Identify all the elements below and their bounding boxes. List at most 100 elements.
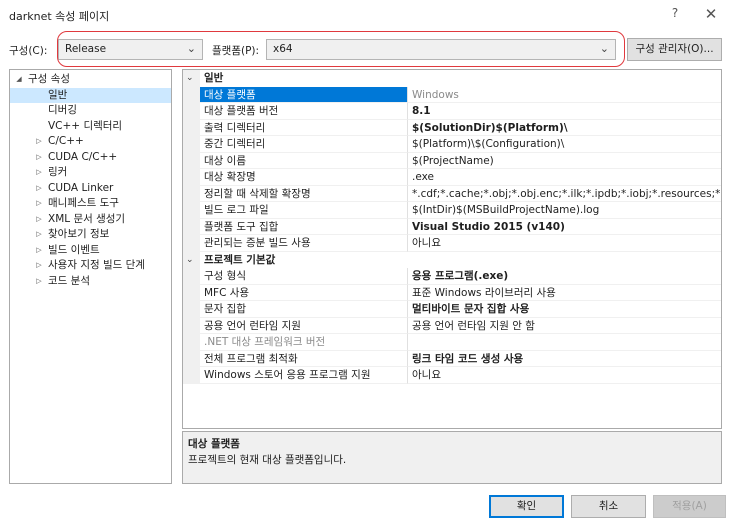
tree-collapsed-icon[interactable]: ▷ <box>34 227 44 243</box>
property-value[interactable]: 응용 프로그램(.exe) <box>408 268 721 285</box>
collapse-icon[interactable]: ⌄ <box>186 70 194 87</box>
tree-item[interactable]: ▷ C/C++ <box>10 134 171 150</box>
property-value[interactable]: *.cdf;*.cache;*.obj;*.obj.enc;*.ilk;*.ip… <box>408 186 721 202</box>
property-value[interactable]: Windows <box>408 87 721 103</box>
property-value[interactable]: Visual Studio 2015 (v140) <box>408 219 721 235</box>
grid-row[interactable]: 대상 이름 $(ProjectName) <box>183 152 721 169</box>
grid-gutter <box>183 301 200 318</box>
grid-row[interactable]: 문자 집합 멀티바이트 문자 집합 사용 <box>183 301 721 318</box>
tree-collapsed-icon[interactable]: ▷ <box>34 150 44 166</box>
property-name: 중간 디렉터리 <box>200 136 408 153</box>
property-value[interactable]: $(ProjectName) <box>408 153 721 169</box>
property-name: 플랫폼 도구 집합 <box>200 218 408 235</box>
grid-row[interactable]: 대상 확장명 .exe <box>183 169 721 186</box>
tree-expanded-icon[interactable]: ◢ <box>14 72 24 88</box>
grid-row[interactable]: 관리되는 증분 빌드 사용 아니요 <box>183 235 721 252</box>
tree-item[interactable]: ▷ 코드 분석 <box>10 274 171 290</box>
tree-collapsed-icon[interactable]: ▷ <box>34 196 44 212</box>
grid-gutter <box>183 202 200 219</box>
property-name: 문자 집합 <box>200 301 408 318</box>
grid-gutter <box>183 119 200 136</box>
ok-button[interactable]: 확인 <box>489 495 564 518</box>
tree-collapsed-icon[interactable]: ▷ <box>34 243 44 259</box>
property-value[interactable]: $(Platform)\$(Configuration)\ <box>408 136 721 153</box>
tree-item[interactable]: VC++ 디렉터리 <box>10 119 171 135</box>
grid-row[interactable]: 대상 플랫폼 Windows <box>183 86 721 103</box>
property-name: 정리할 때 삭제할 확장명 <box>200 185 408 202</box>
tree-item[interactable]: ▷ 사용자 지정 빌드 단계 <box>10 258 171 274</box>
property-value[interactable] <box>408 334 721 351</box>
property-name: 전체 프로그램 최적화 <box>200 350 408 367</box>
category-label: 프로젝트 기본값 <box>204 253 276 266</box>
property-value[interactable]: 아니요 <box>408 367 721 384</box>
property-value[interactable]: $(IntDir)$(MSBuildProjectName).log <box>408 202 721 219</box>
tree-item-label: 매니페스트 도구 <box>48 197 119 209</box>
close-button[interactable]: ✕ <box>703 5 719 23</box>
grid-row[interactable]: .NET 대상 프레임워크 버전 <box>183 334 721 351</box>
property-value[interactable]: 표준 Windows 라이브러리 사용 <box>408 285 721 301</box>
grid-gutter <box>183 367 200 384</box>
grid-gutter <box>183 350 200 367</box>
tree-item-label: CUDA Linker <box>48 181 114 194</box>
window-title: darknet 속성 페이지 <box>9 10 110 23</box>
grid-gutter <box>183 152 200 169</box>
property-value[interactable]: 링크 타임 코드 생성 사용 <box>408 351 721 367</box>
tree-item[interactable]: ◢ 구성 속성 <box>10 72 171 88</box>
tree-collapsed-icon[interactable]: ▷ <box>34 212 44 228</box>
tree-item[interactable]: ▷ 빌드 이벤트 <box>10 243 171 259</box>
property-value[interactable]: 아니요 <box>408 235 721 252</box>
tree-item[interactable]: 일반 <box>10 87 171 103</box>
grid-category[interactable]: ⌄ 일반 <box>183 70 721 87</box>
tree-collapsed-icon[interactable]: ▷ <box>34 181 44 197</box>
tree-item[interactable]: 디버깅 <box>10 103 171 119</box>
tree-item-label: XML 문서 생성기 <box>48 212 126 225</box>
apply-button[interactable]: 적용(A) <box>653 495 726 518</box>
collapse-icon[interactable]: ⌄ <box>186 252 194 269</box>
title-bar: darknet 속성 페이지 ? ✕ <box>0 0 729 30</box>
highlight-annotation <box>57 31 625 67</box>
tree-collapsed-icon[interactable]: ▷ <box>34 274 44 290</box>
grid-row[interactable]: MFC 사용 표준 Windows 라이브러리 사용 <box>183 284 721 301</box>
grid-row[interactable]: 전체 프로그램 최적화 링크 타임 코드 생성 사용 <box>183 350 721 367</box>
property-name: Windows 스토어 응용 프로그램 지원 <box>200 367 408 384</box>
grid-row[interactable]: 중간 디렉터리 $(Platform)\$(Configuration)\ <box>183 136 721 153</box>
tree-collapsed-icon[interactable]: ▷ <box>34 165 44 181</box>
tree-item[interactable]: ▷ 찾아보기 정보 <box>10 227 171 243</box>
help-button[interactable]: ? <box>668 6 682 22</box>
grid-category[interactable]: ⌄ 프로젝트 기본값 <box>183 251 721 269</box>
grid-gutter <box>183 103 200 120</box>
tree-item-label: 찾아보기 정보 <box>48 228 110 240</box>
tree-item[interactable]: ▷ 링커 <box>10 165 171 181</box>
property-value[interactable]: 8.1 <box>408 103 721 120</box>
grid-row[interactable]: Windows 스토어 응용 프로그램 지원 아니요 <box>183 367 721 384</box>
tree-collapsed-icon[interactable]: ▷ <box>34 258 44 274</box>
tree-item-label: 일반 <box>48 88 68 101</box>
property-value[interactable]: $(SolutionDir)$(Platform)\ <box>408 120 721 136</box>
grid-row[interactable]: 공용 언어 런타임 지원 공용 언어 런타임 지원 안 함 <box>183 317 721 334</box>
grid-gutter <box>183 235 200 252</box>
tree-item[interactable]: ▷ CUDA Linker <box>10 181 171 197</box>
grid-row[interactable]: 빌드 로그 파일 $(IntDir)$(MSBuildProjectName).l… <box>183 202 721 219</box>
property-value[interactable]: .exe <box>408 169 721 186</box>
tree-item-label: CUDA C/C++ <box>48 150 118 163</box>
tree-item[interactable]: ▷ XML 문서 생성기 <box>10 212 171 228</box>
grid-gutter <box>183 317 200 334</box>
cancel-button[interactable]: 취소 <box>571 495 646 518</box>
property-value[interactable]: 멀티바이트 문자 집합 사용 <box>408 301 721 318</box>
grid-row[interactable]: 정리할 때 삭제할 확장명 *.cdf;*.cache;*.obj;*.obj.e… <box>183 185 721 202</box>
grid-gutter <box>183 185 200 202</box>
category-label: 일반 <box>204 72 224 84</box>
property-name: 대상 확장명 <box>200 169 408 186</box>
property-name: 출력 디렉터리 <box>200 119 408 136</box>
property-name: 대상 플랫폼 <box>200 86 408 103</box>
property-name: .NET 대상 프레임워크 버전 <box>200 334 408 351</box>
config-manager-button[interactable]: 구성 관리자(O)... <box>627 38 722 61</box>
tree-item[interactable]: ▷ 매니페스트 도구 <box>10 196 171 212</box>
grid-row[interactable]: 플랫폼 도구 집합 Visual Studio 2015 (v140) <box>183 218 721 235</box>
property-value[interactable]: 공용 언어 런타임 지원 안 함 <box>408 318 721 334</box>
grid-row[interactable]: 대상 플랫폼 버전 8.1 <box>183 103 721 120</box>
tree-item[interactable]: ▷ CUDA C/C++ <box>10 150 171 166</box>
tree-collapsed-icon[interactable]: ▷ <box>34 134 44 150</box>
grid-row[interactable]: 출력 디렉터리 $(SolutionDir)$(Platform)\ <box>183 119 721 136</box>
grid-row[interactable]: 구성 형식 응용 프로그램(.exe) <box>183 268 721 285</box>
